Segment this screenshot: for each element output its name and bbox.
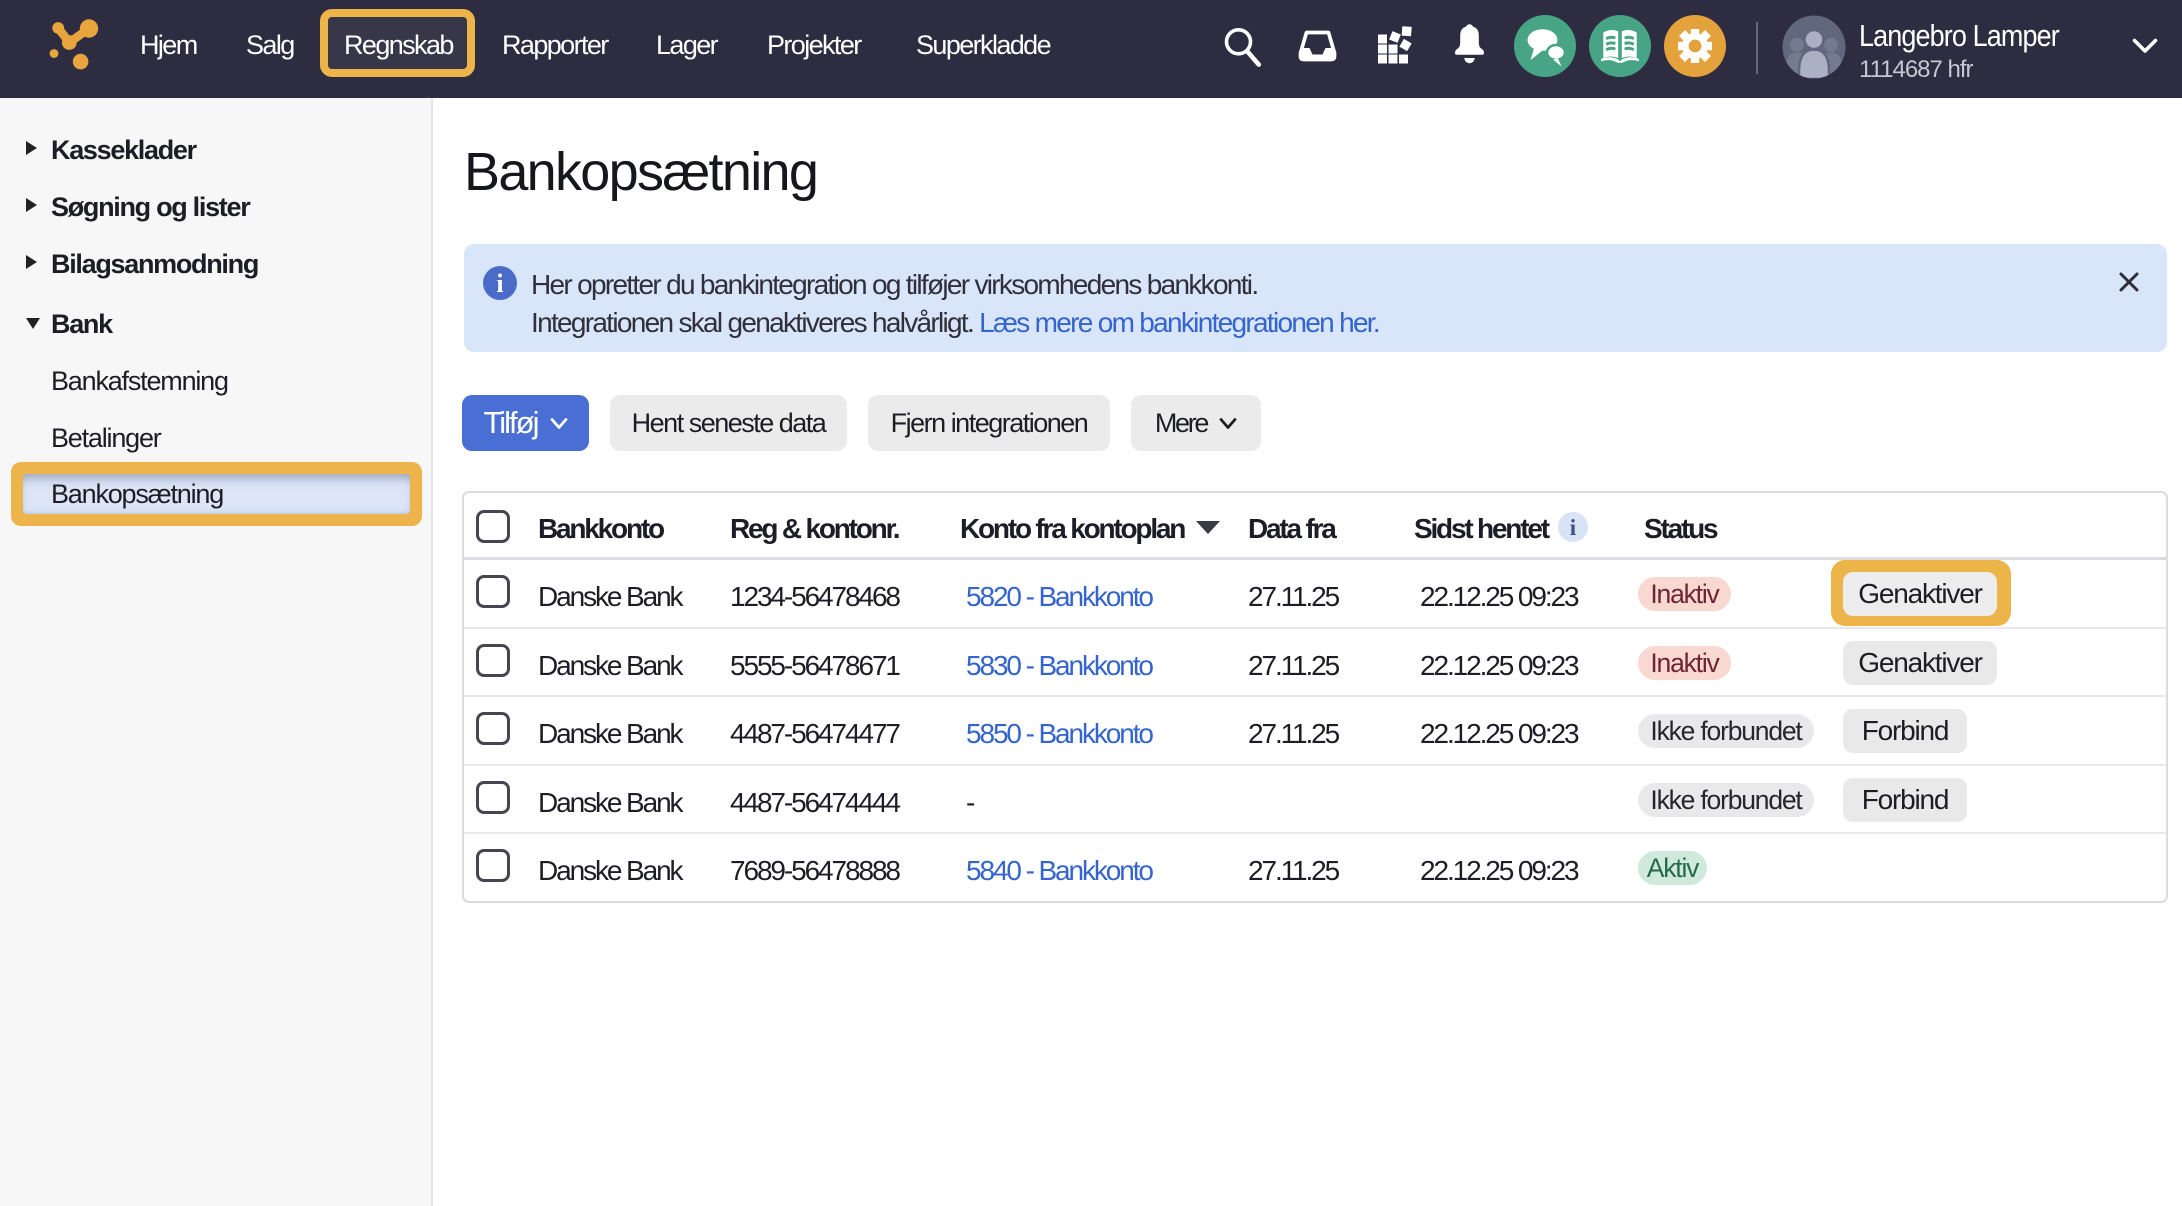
svg-text:i: i bbox=[496, 269, 503, 298]
svg-text:i: i bbox=[1570, 515, 1577, 540]
